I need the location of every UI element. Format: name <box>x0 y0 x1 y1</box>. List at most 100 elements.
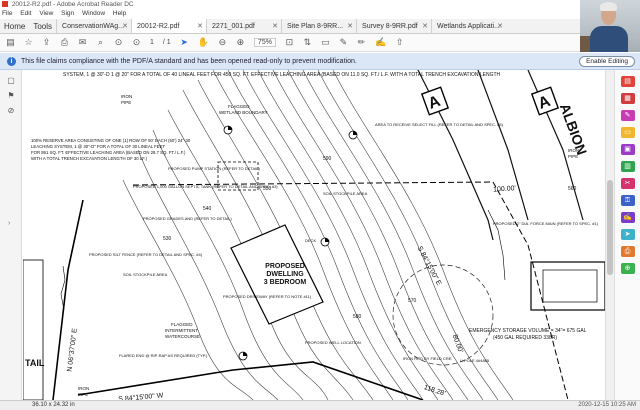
sign-icon[interactable]: ✍ <box>375 37 386 48</box>
doc-tab-2271-001[interactable]: 2271_001.pdf ✕ <box>206 19 281 33</box>
search-icon[interactable]: ⌕ <box>96 37 105 48</box>
svg-text:PROPOSED SILT FENCE (REFER TO: PROPOSED SILT FENCE (REFER TO DETAIL AND… <box>89 252 203 257</box>
close-icon[interactable]: ✕ <box>422 19 428 33</box>
protect-tool-icon[interactable]: ⚿ <box>620 195 635 206</box>
svg-text:PROPOSED 2" DIA. FORCE MAIN (R: PROPOSED 2" DIA. FORCE MAIN (REFER TO SP… <box>493 221 599 226</box>
fill-sign-tool-icon[interactable]: ✍ <box>620 212 635 223</box>
svg-text:WATERCOURSE: WATERCOURSE <box>165 334 200 339</box>
export-pdf-tool-icon[interactable]: ▤ <box>620 76 635 87</box>
upload-icon[interactable]: ⇪ <box>42 37 51 48</box>
close-icon[interactable]: ✕ <box>272 19 278 33</box>
webcam-overlay <box>580 0 640 52</box>
more-tools-icon[interactable]: ⊕ <box>620 263 635 274</box>
svg-text:WITH A TOTAL TRENCH EXCAVATION: WITH A TOTAL TRENCH EXCAVATION LENGTH OF… <box>31 156 148 161</box>
combine-tool-icon[interactable]: ▣ <box>620 144 635 155</box>
svg-text:AREA TO RECEIVE SELECT FILL (R: AREA TO RECEIVE SELECT FILL (REFER TO DE… <box>375 122 504 127</box>
system-tray-clock: 2020-12-15 10:25 AM <box>578 402 636 408</box>
svg-text:SOIL STOCKPILE AREA: SOIL STOCKPILE AREA <box>323 191 368 196</box>
comment-tool-icon[interactable]: ▭ <box>620 127 635 138</box>
fit-page-icon[interactable]: ⊡ <box>285 37 294 48</box>
scroll-mode-icon[interactable]: ⇅ <box>303 37 312 48</box>
svg-text:IRON: IRON <box>78 386 89 391</box>
doc-tab-label: Survey 8-9RR.pdf <box>362 23 418 30</box>
home-tab[interactable]: Home <box>0 19 29 33</box>
svg-text:DECK: DECK <box>305 238 316 243</box>
window-title-bar: 20012-R2.pdf - Adobe Acrobat Reader DC <box>0 0 640 9</box>
svg-text:570: 570 <box>408 298 417 304</box>
menu-edit[interactable]: Edit <box>20 10 31 17</box>
prev-page-icon[interactable]: ⊙ <box>114 37 123 48</box>
svg-text:IRON: IRON <box>568 148 579 153</box>
svg-text:IRON: IRON <box>121 94 132 99</box>
menu-bar: File Edit View Sign Window Help <box>0 9 580 19</box>
acrobat-app-icon <box>2 1 8 7</box>
bookmark-star-icon[interactable]: ☆ <box>24 37 33 48</box>
pen-icon[interactable]: ✎ <box>339 37 348 48</box>
mail-icon[interactable]: ✉ <box>78 37 87 48</box>
top-leaching-note: SYSTEM, 1 @ 30"-D 1 @ 20" FOR A TOTAL OF… <box>63 72 501 78</box>
dwelling-label: PROPOSED DWELLING 3 BEDROOM <box>264 263 307 286</box>
save-icon[interactable]: ▤ <box>6 37 15 48</box>
doc-tab-survey[interactable]: Survey 8-9RR.pdf ✕ <box>356 19 431 33</box>
scrollbar-thumb[interactable] <box>607 180 613 275</box>
left-navigation-rail: ▢ ⚑ ⊘ › <box>0 70 22 400</box>
document-tab-bar: Home Tools ConservationWAg... ✕ 20012-R2.… <box>0 19 580 34</box>
close-icon[interactable]: ✕ <box>497 19 503 33</box>
menu-view[interactable]: View <box>39 10 53 17</box>
create-pdf-tool-icon[interactable]: ▦ <box>620 93 635 104</box>
info-message: This file claims compliance with the PDF… <box>21 57 357 65</box>
svg-text:FLAGGED: FLAGGED <box>228 104 250 109</box>
tools-pane: ▤ ▦ ✎ ▭ ▣ ▥ ✂ ⚿ ✍ ➤ ⎙ ⊕ <box>614 70 640 400</box>
zoom-out-icon[interactable]: ⊖ <box>218 37 227 48</box>
zoom-in-icon[interactable]: ⊕ <box>236 37 245 48</box>
hand-tool-icon[interactable]: ✋ <box>198 37 209 48</box>
status-bar: 36.10 x 24.32 in 2020-12-15 10:25 AM <box>0 400 640 410</box>
close-icon[interactable]: ✕ <box>197 19 203 33</box>
select-cursor-icon[interactable]: ➤ <box>180 37 189 48</box>
svg-text:530: 530 <box>163 236 172 242</box>
send-tool-icon[interactable]: ➤ <box>620 229 635 240</box>
vertical-scrollbar[interactable] <box>605 70 614 400</box>
svg-text:PROPOSED DRIVEWAY (REFER TO NO: PROPOSED DRIVEWAY (REFER TO NOTE #11) <box>223 294 312 299</box>
redact-tool-icon[interactable]: ✂ <box>620 178 635 189</box>
page-total: / 1 <box>162 39 171 46</box>
svg-text:PROPOSED GRADES AND (REFER TO: PROPOSED GRADES AND (REFER TO DETAIL) <box>143 216 232 221</box>
enable-editing-button[interactable]: Enable Editing <box>579 56 635 67</box>
doc-tab-label: 2271_001.pdf <box>212 23 255 30</box>
svg-text:IRON ROD BY FIELD CRE.: IRON ROD BY FIELD CRE. <box>403 356 453 361</box>
window-title: 20012-R2.pdf - Adobe Acrobat Reader DC <box>11 1 134 8</box>
page-thumbnails-icon[interactable]: ▢ <box>0 76 22 85</box>
print-icon[interactable]: ⎙ <box>60 37 69 48</box>
chevron-right-icon[interactable]: › <box>8 220 10 227</box>
close-icon[interactable]: ✕ <box>122 19 128 33</box>
close-icon[interactable]: ✕ <box>347 19 353 33</box>
edit-pdf-tool-icon[interactable]: ✎ <box>620 110 635 121</box>
svg-text:100% RESERVE AREA CONSISTING O: 100% RESERVE AREA CONSISTING OF ONE (1) … <box>31 138 191 143</box>
menu-window[interactable]: Window <box>82 10 105 17</box>
doc-tab-label: 20012-R2.pdf <box>137 23 180 30</box>
doc-tab-wetlands[interactable]: Wetlands Applicati... ✕ <box>431 19 506 33</box>
svg-text:WETLAND BOUNDARY: WETLAND BOUNDARY <box>219 110 268 115</box>
svg-text:580: 580 <box>353 314 362 320</box>
doc-tab-site-plan[interactable]: Site Plan 8-9RR... ✕ <box>281 19 356 33</box>
tools-tab[interactable]: Tools <box>29 19 56 33</box>
scan-tool-icon[interactable]: ⎙ <box>620 246 635 257</box>
organize-tool-icon[interactable]: ▥ <box>620 161 635 172</box>
doc-tab-20012-r2[interactable]: 20012-R2.pdf ✕ <box>131 19 207 33</box>
main-toolbar: ▤ ☆ ⇪ ⎙ ✉ ⌕ ⊙ ⊙ 1 / 1 ➤ ✋ ⊖ ⊕ 75% ⊡ ⇅ ▭ … <box>0 34 580 52</box>
menu-file[interactable]: File <box>2 10 12 17</box>
highlight-icon[interactable]: ✏ <box>357 37 366 48</box>
menu-sign[interactable]: Sign <box>61 10 74 17</box>
svg-text:PIPE: PIPE <box>121 100 131 105</box>
bookmarks-icon[interactable]: ⚑ <box>0 91 22 100</box>
document-viewport[interactable]: A A ALBION SYSTEM, 1 @ 30"-D 1 @ 20" FOR… <box>23 70 605 400</box>
zoom-level-select[interactable]: 75% <box>253 38 276 47</box>
person-hair <box>600 2 617 11</box>
page-number-input[interactable]: 1 <box>150 39 154 46</box>
share-icon[interactable]: ⇧ <box>395 37 404 48</box>
menu-help[interactable]: Help <box>113 10 126 17</box>
doc-tab-conservation[interactable]: ConservationWAg... ✕ <box>56 19 131 33</box>
comment-icon[interactable]: ▭ <box>321 37 330 48</box>
attachments-icon[interactable]: ⊘ <box>0 106 22 115</box>
next-page-icon[interactable]: ⊙ <box>132 37 141 48</box>
